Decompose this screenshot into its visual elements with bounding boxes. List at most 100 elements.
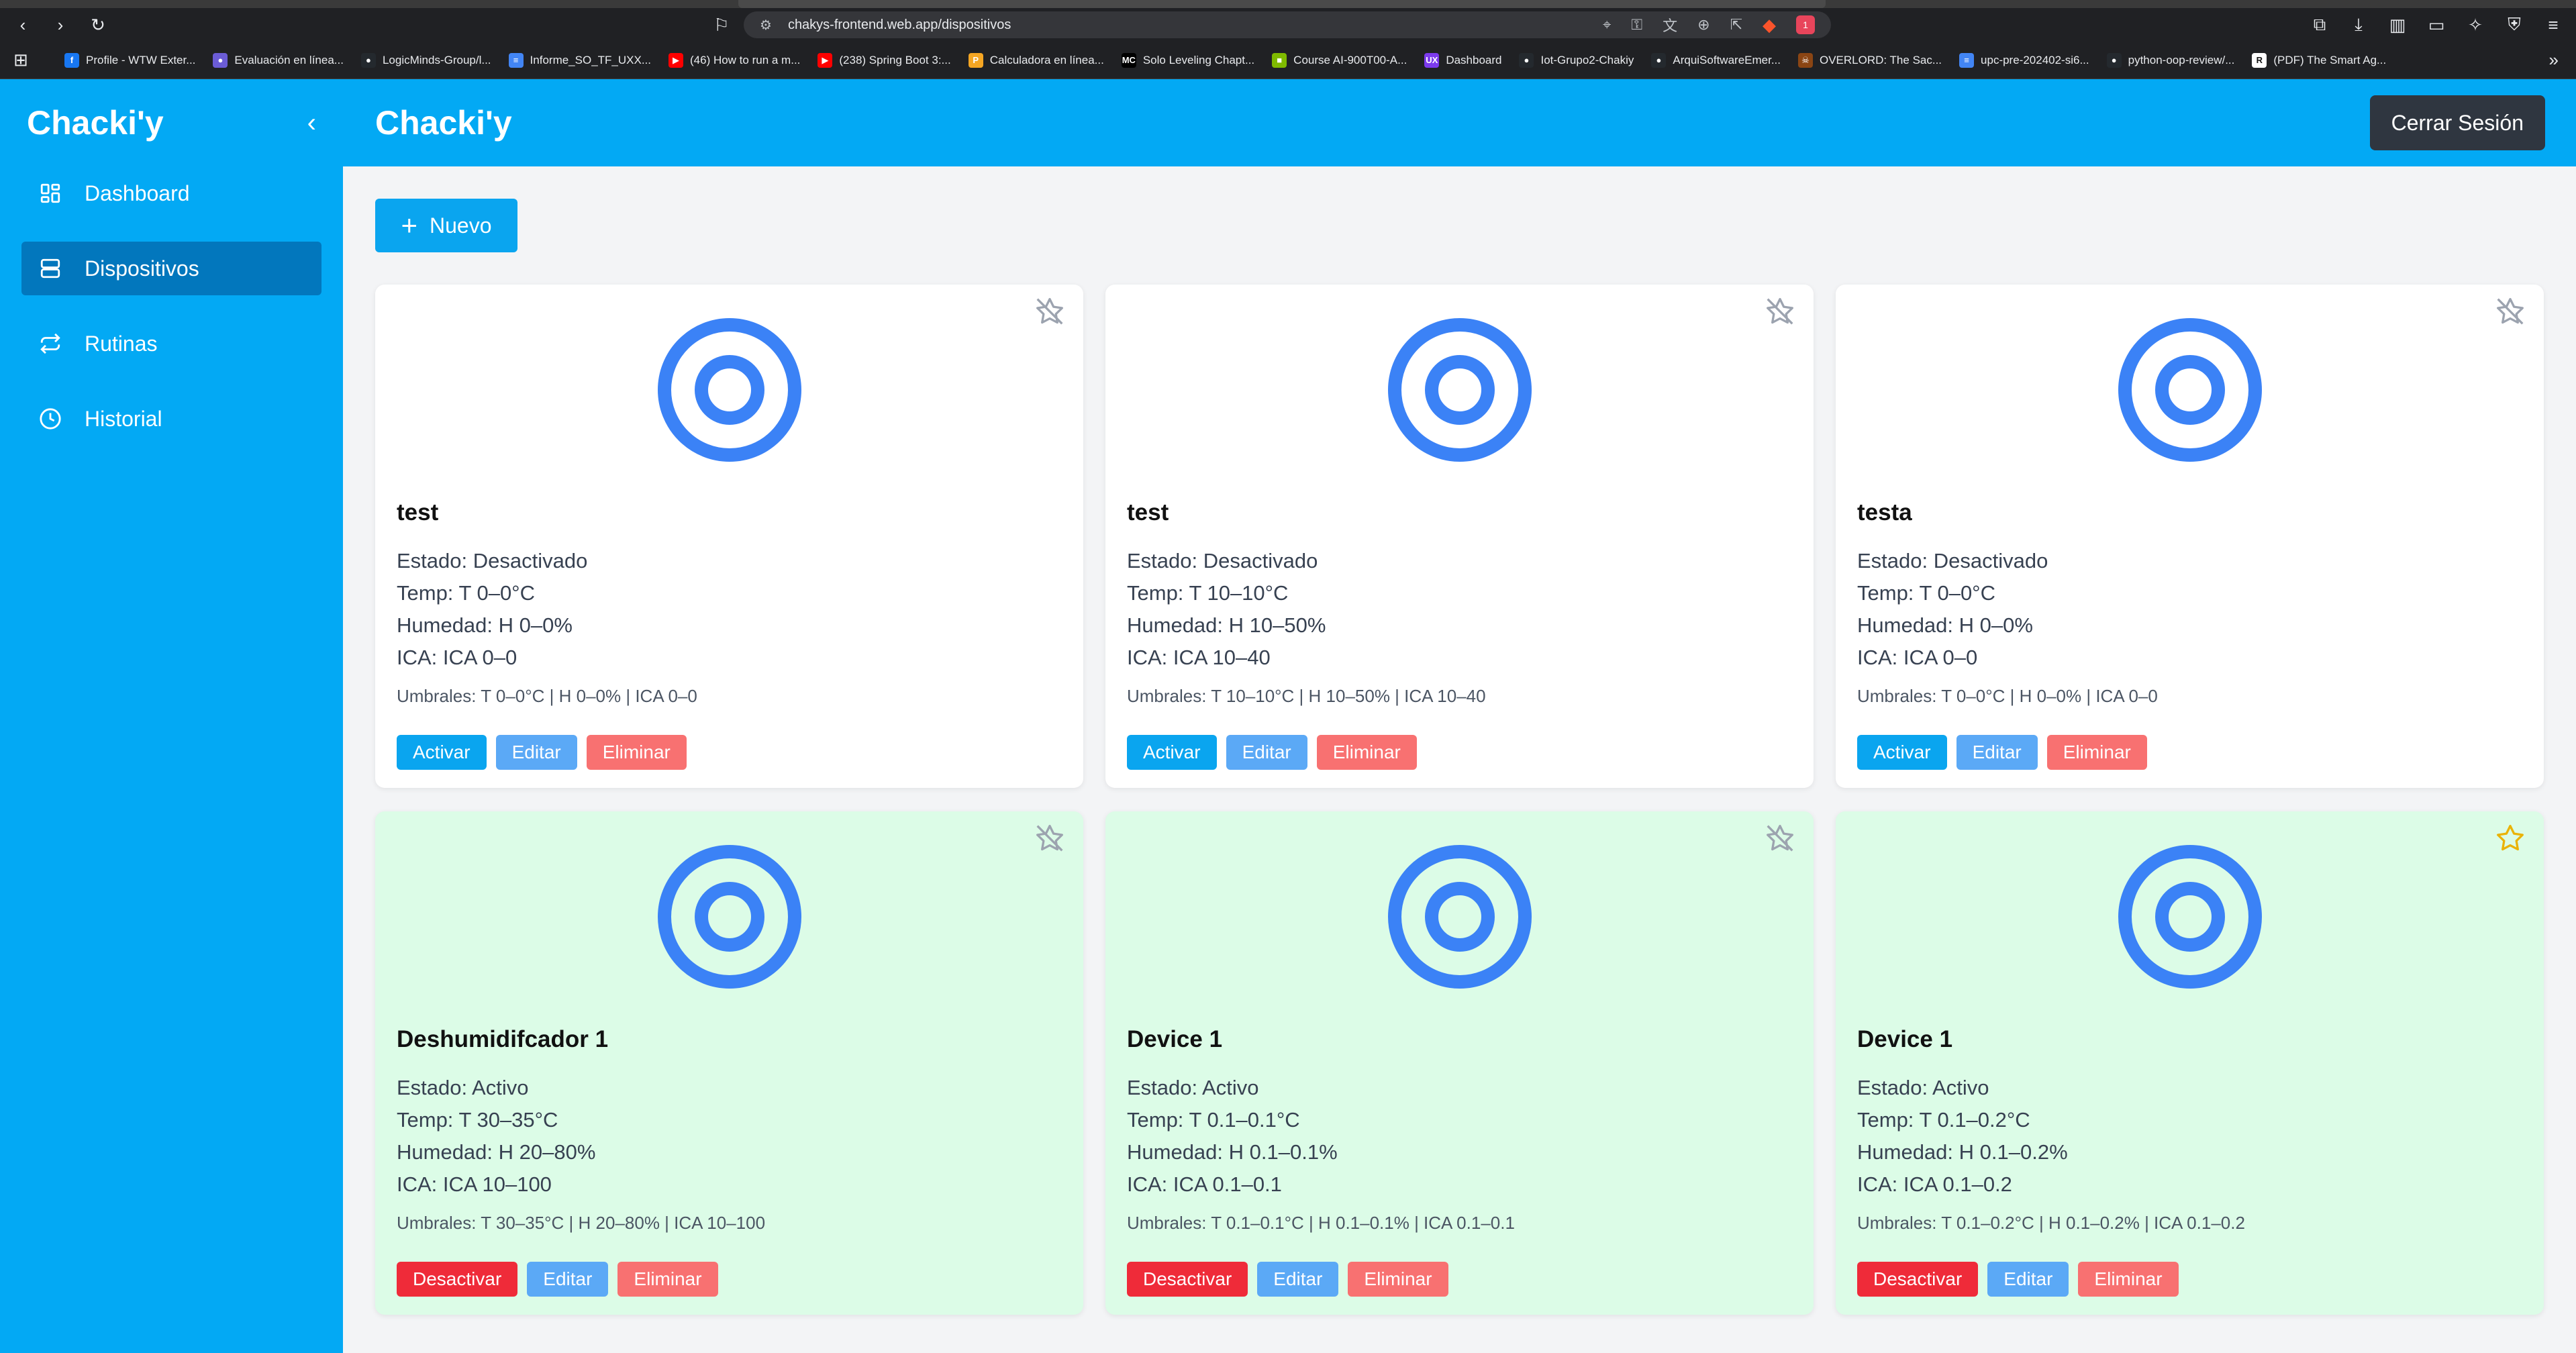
device-thresholds: Umbrales: T 0–0°C | H 0–0% | ICA 0–0 <box>397 686 697 706</box>
key-icon[interactable]: ⚿ <box>1631 16 1642 34</box>
site-settings-icon[interactable]: ⚙ <box>760 17 772 34</box>
translate-icon[interactable]: 文 <box>1663 14 1677 36</box>
bookmark-item[interactable]: ≡ upc-pre-202402-si6... <box>1959 52 2089 68</box>
extensions-icon[interactable]: ⧉ <box>2306 11 2333 38</box>
sidebar-item-historial[interactable]: Historial <box>21 392 321 446</box>
brave-shields-icon[interactable]: ◆ <box>1763 15 1776 36</box>
location-icon[interactable]: ⌖ <box>1603 16 1611 34</box>
device-card: Device 1 Estado: Activo Temp: T 0.1–0.2°C H… <box>1836 811 2544 1315</box>
bookmark-label: LogicMinds-Group/l... <box>382 53 491 66</box>
edit-button[interactable]: Editar <box>1257 1262 1339 1297</box>
star-off-icon[interactable] <box>1765 297 1795 326</box>
edit-button[interactable]: Editar <box>1956 735 2038 770</box>
delete-button[interactable]: Eliminar <box>617 1262 718 1297</box>
bookmark-item[interactable]: ● LogicMinds-Group/l... <box>360 52 491 68</box>
bookmark-item[interactable]: ▶ (238) Spring Boot 3:... <box>818 52 951 68</box>
wallet-icon[interactable]: ▭ <box>2423 11 2450 38</box>
bookmark-page-icon[interactable]: ⚐ <box>708 11 735 38</box>
reload-icon[interactable]: ↻ <box>85 11 111 38</box>
vpn-icon[interactable]: ⛨ <box>2501 11 2528 38</box>
edit-button[interactable]: Editar <box>1987 1262 2069 1297</box>
edit-button[interactable]: Editar <box>495 735 577 770</box>
top-header: Chacki'y Cerrar Sesión <box>343 79 2576 166</box>
new-device-button[interactable]: + Nuevo <box>375 199 517 252</box>
address-bar[interactable]: ⚙ chakys-frontend.web.app/dispositivos ⌖… <box>744 11 1831 38</box>
activate-button[interactable]: Activar <box>1857 735 1947 770</box>
apps-grid-icon[interactable]: ⊞ <box>13 50 35 70</box>
bookmark-label: ArquiSoftwareEmer... <box>1673 53 1781 66</box>
bookmark-item[interactable]: f Profile - WTW Exter... <box>64 52 195 68</box>
bookmark-item[interactable]: ● python-oop-review/... <box>2106 52 2235 68</box>
zoom-icon[interactable]: ⊕ <box>1697 16 1710 34</box>
edit-button[interactable]: Editar <box>1226 735 1307 770</box>
bookmark-label: Evaluación en línea... <box>234 53 344 66</box>
browser-active-tab[interactable] <box>738 0 1826 8</box>
delete-button[interactable]: Eliminar <box>2078 1262 2179 1297</box>
activate-button[interactable]: Activar <box>397 735 487 770</box>
bookmark-item[interactable]: ≡ Informe_SO_TF_UXX... <box>508 52 651 68</box>
device-humedad: Humedad: H 0–0% <box>1857 613 2033 637</box>
device-humedad: Humedad: H 0–0% <box>397 613 573 637</box>
bookmark-label: python-oop-review/... <box>2128 53 2235 66</box>
collapse-sidebar-icon[interactable]: ‹ <box>307 108 316 138</box>
bookmark-label: (46) How to run a m... <box>690 53 801 66</box>
sidebar-item-dispositivos[interactable]: Dispositivos <box>21 242 321 295</box>
device-temp: Temp: T 0.1–0.2°C <box>1857 1108 2030 1132</box>
device-ica: ICA: ICA 0–0 <box>1857 646 1978 669</box>
repeat-icon <box>39 332 66 355</box>
delete-button[interactable]: Eliminar <box>1316 735 1417 770</box>
brave-rewards-icon[interactable]: 1 <box>1796 15 1815 34</box>
star-icon[interactable] <box>2495 823 2525 853</box>
leo-ai-icon[interactable]: ✧ <box>2462 11 2489 38</box>
device-temp: Temp: T 0–0°C <box>1857 581 1995 605</box>
bookmark-item[interactable]: P Calculadora en línea... <box>968 52 1104 68</box>
bookmark-item[interactable]: ▶ (46) How to run a m... <box>668 52 801 68</box>
deactivate-button[interactable]: Desactivar <box>397 1262 518 1297</box>
microsoft-icon: ■ <box>1272 52 1287 68</box>
bookmark-item[interactable]: R (PDF) The Smart Ag... <box>2252 52 2386 68</box>
share-icon[interactable]: ⇱ <box>1730 16 1742 34</box>
device-temp: Temp: T 30–35°C <box>397 1108 558 1132</box>
edit-button[interactable]: Editar <box>527 1262 609 1297</box>
more-bookmarks-icon[interactable]: » <box>2549 50 2559 70</box>
device-target-icon <box>397 811 1062 989</box>
star-off-icon[interactable] <box>1035 297 1064 326</box>
new-device-label: Nuevo <box>430 213 492 238</box>
bookmark-label: Iot-Grupo2-Chakiy <box>1540 53 1634 66</box>
url-text[interactable]: chakys-frontend.web.app/dispositivos <box>788 17 1603 33</box>
forward-icon[interactable]: › <box>47 11 74 38</box>
bookmark-item[interactable]: ■ Course AI-900T00-A... <box>1272 52 1407 68</box>
delete-button[interactable]: Eliminar <box>1348 1262 1448 1297</box>
youtube-icon: ▶ <box>818 52 833 68</box>
bookmark-item[interactable]: UX Dashboard <box>1424 52 1501 68</box>
star-off-icon[interactable] <box>1765 823 1795 853</box>
github-icon: ● <box>1651 52 1667 68</box>
sidebar-brand: Chacki'y <box>27 104 164 142</box>
downloads-icon[interactable]: ⤓ <box>2345 11 2372 38</box>
bookmark-item[interactable]: ☠ OVERLORD: The Sac... <box>1798 52 1942 68</box>
sidebar-item-label: Historial <box>85 406 162 431</box>
sidebar-item-dashboard[interactable]: Dashboard <box>21 166 321 220</box>
delete-button[interactable]: Eliminar <box>586 735 687 770</box>
sidebar-item-label: Dispositivos <box>85 256 199 281</box>
sidebar-item-rutinas[interactable]: Rutinas <box>21 317 321 370</box>
sidebar-toggle-icon[interactable]: ▥ <box>2384 11 2411 38</box>
activate-button[interactable]: Activar <box>1127 735 1217 770</box>
bookmark-item[interactable]: ● ArquiSoftwareEmer... <box>1651 52 1781 68</box>
device-card: Deshumidifcador 1 Estado: Activo Temp: T 3… <box>375 811 1083 1315</box>
bookmark-item[interactable]: ● Iot-Grupo2-Chakiy <box>1519 52 1634 68</box>
star-off-icon[interactable] <box>2495 297 2525 326</box>
logout-button[interactable]: Cerrar Sesión <box>2369 95 2545 150</box>
back-icon[interactable]: ‹ <box>9 11 36 38</box>
deactivate-button[interactable]: Desactivar <box>1857 1262 1979 1297</box>
menu-icon[interactable]: ≡ <box>2540 11 2567 38</box>
device-target-icon <box>1857 811 2522 989</box>
device-actions: Activar Editar Eliminar <box>1857 735 2522 770</box>
device-info: Estado: Activo Temp: T 0.1–0.2°C Humedad: … <box>1857 1072 2522 1201</box>
deactivate-button[interactable]: Desactivar <box>1127 1262 1248 1297</box>
bookmark-item[interactable]: ● Evaluación en línea... <box>213 52 344 68</box>
bookmark-item[interactable]: MC Solo Leveling Chapt... <box>1121 52 1254 68</box>
star-off-icon[interactable] <box>1035 823 1064 853</box>
delete-button[interactable]: Eliminar <box>2046 735 2147 770</box>
device-actions: Activar Editar Eliminar <box>397 735 1062 770</box>
